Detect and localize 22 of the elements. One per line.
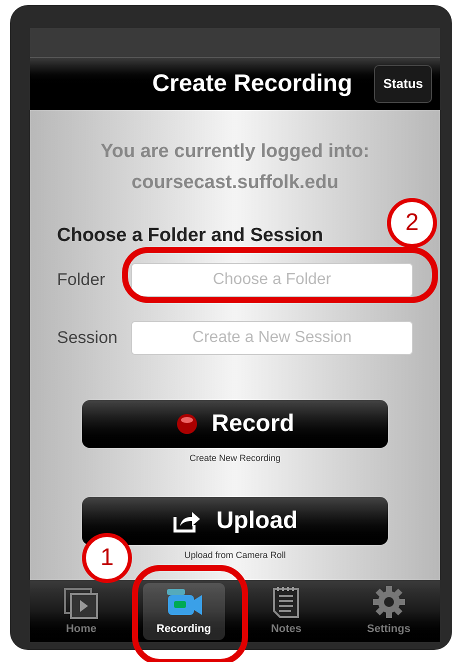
share-arrow-icon [172,509,202,533]
upload-button[interactable]: Upload [82,497,388,545]
input-field[interactable]: Choose a Folder [131,262,413,296]
button-caption: Create New Recording [189,452,281,465]
notepad-icon [272,584,300,618]
section-title: Choose a Folder and Session [57,224,324,248]
record-button[interactable]: Record [82,400,388,448]
record-dot-icon [176,412,198,434]
settings-icon [372,584,406,618]
video-frames-icon [63,586,100,618]
tab-home[interactable]: Home [49,582,114,640]
server-address: coursecast.suffolk.edu [132,170,338,194]
button-caption: Upload from Camera Roll [184,549,286,562]
tab-notes[interactable]: Notes [256,580,316,640]
screen-title: Create Recording [152,69,352,99]
input-field[interactable]: Create a New Session [131,320,413,354]
tab-settings[interactable]: Settings [353,580,424,640]
field-label: Session [57,326,118,349]
status-button[interactable]: Status [374,65,432,103]
tab-recording[interactable]: Recording [142,582,225,640]
field-label: Folder [57,268,106,291]
login-label: You are currently logged into: [100,140,370,164]
